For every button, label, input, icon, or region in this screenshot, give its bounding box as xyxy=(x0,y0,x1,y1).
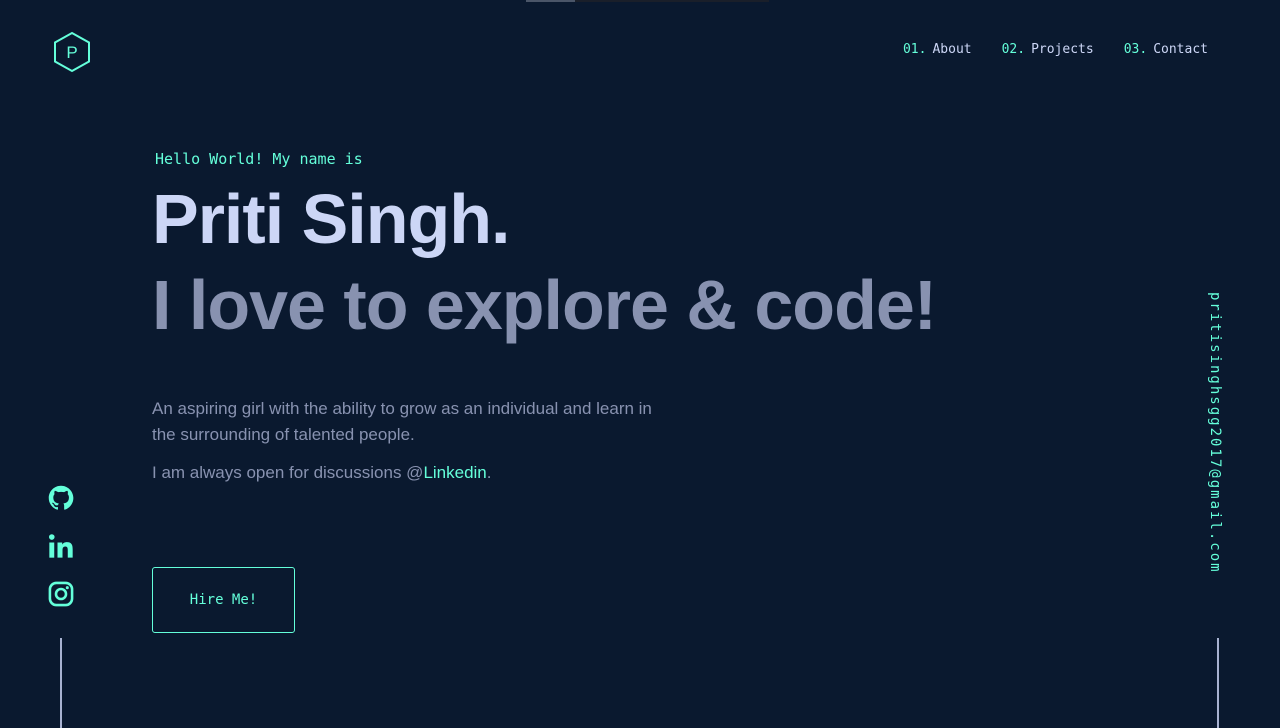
right-vertical-line xyxy=(1217,638,1219,728)
nav-link-contact[interactable]: 03. Contact xyxy=(1124,42,1208,57)
linkedin-icon xyxy=(48,534,73,558)
hexagon-logo-icon: P xyxy=(54,31,90,73)
nav-number: 03. xyxy=(1123,42,1148,57)
nav-link-projects[interactable]: 02. Projects xyxy=(1002,42,1094,57)
hero-section: Hello World! My name is Priti Singh. I l… xyxy=(152,150,937,483)
nav-link-about[interactable]: 01. About xyxy=(903,42,972,57)
nav-label: Contact xyxy=(1153,42,1208,57)
open-suffix: . xyxy=(486,463,492,482)
nav-label: Projects xyxy=(1031,42,1094,57)
hero-tagline: I love to explore & code! xyxy=(152,266,937,344)
hire-me-button[interactable]: Hire Me! xyxy=(152,567,295,633)
nav-label: About xyxy=(932,42,972,57)
hero-open-text: I am always open for discussions @Linked… xyxy=(152,463,936,483)
left-vertical-line xyxy=(60,638,62,728)
instagram-link[interactable] xyxy=(47,580,75,608)
linkedin-link[interactable]: Linkedin xyxy=(423,463,486,482)
open-prefix: I am always open for discussions @ xyxy=(152,463,424,482)
top-nav: 01. About 02. Projects 03. Contact xyxy=(903,42,1208,57)
linkedin-profile-link[interactable] xyxy=(47,532,75,560)
hero-name: Priti Singh. xyxy=(152,180,510,258)
hero-greeting: Hello World! My name is xyxy=(155,150,363,168)
top-progress-bar-fill xyxy=(526,0,575,2)
instagram-icon xyxy=(48,581,74,607)
github-icon xyxy=(48,485,74,510)
email-link[interactable]: pritisinghsgg2017@gmail.com xyxy=(1207,292,1223,574)
github-link[interactable] xyxy=(47,484,75,512)
logo[interactable]: P xyxy=(52,31,92,73)
nav-number: 01. xyxy=(902,42,927,57)
top-progress-bar xyxy=(526,0,769,2)
social-links xyxy=(47,484,75,608)
hero-about: An aspiring girl with the ability to gro… xyxy=(152,399,652,444)
nav-number: 02. xyxy=(1001,42,1026,57)
logo-letter: P xyxy=(66,43,77,62)
